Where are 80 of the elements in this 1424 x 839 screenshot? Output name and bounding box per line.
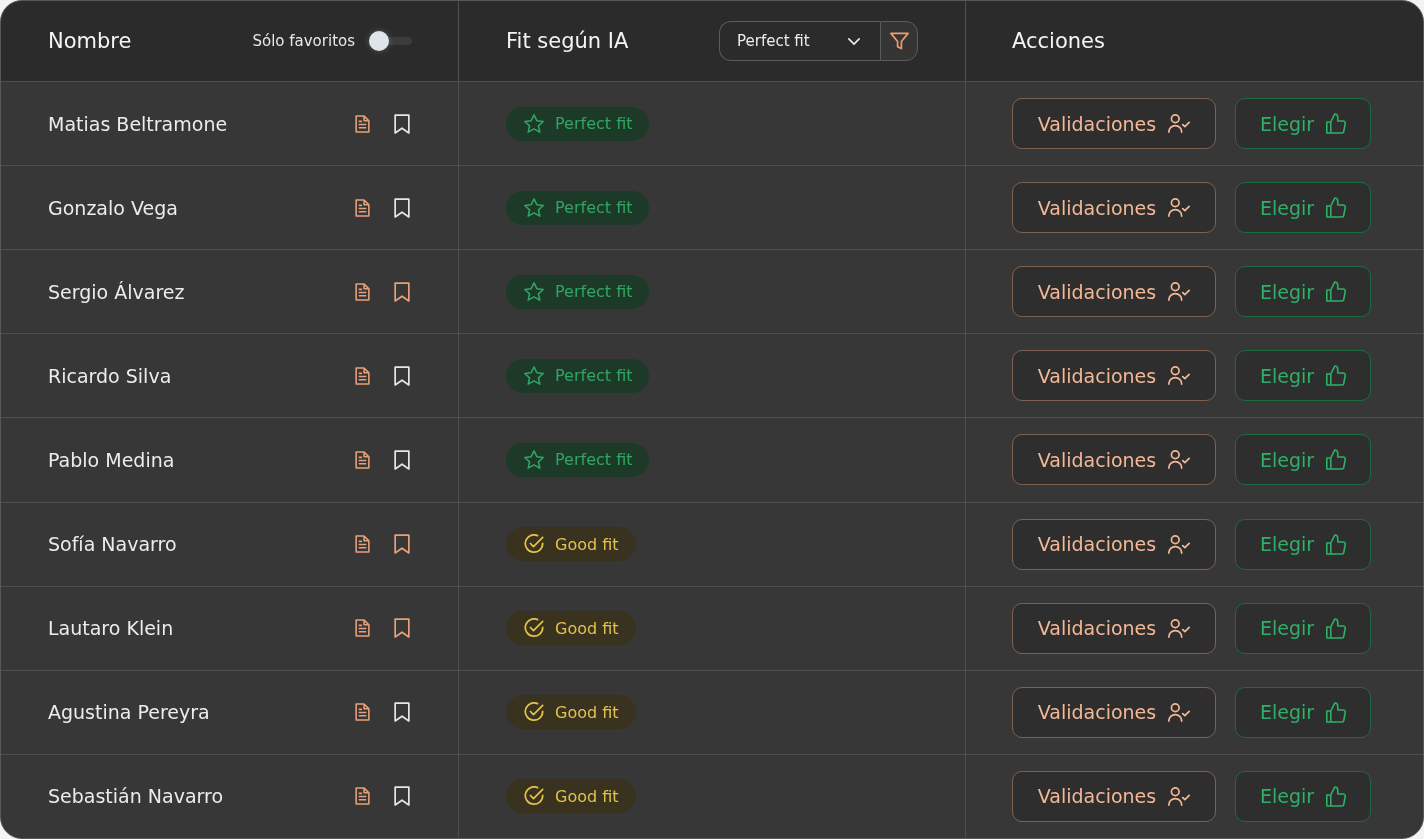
- star-icon: [524, 282, 544, 302]
- candidate-name: Sergio Álvarez: [48, 280, 185, 303]
- choose-button[interactable]: Elegir: [1235, 350, 1371, 402]
- column-header: Nombre: [48, 29, 132, 53]
- document-icon[interactable]: [355, 535, 370, 554]
- validations-button[interactable]: Validaciones: [1012, 98, 1216, 150]
- fit-label: Good fit: [555, 618, 619, 638]
- fit-label: Perfect fit: [555, 366, 633, 386]
- star-icon: [524, 114, 544, 134]
- fit-label: Good fit: [555, 534, 619, 554]
- thumbs-up-icon: [1326, 113, 1347, 135]
- candidate-name: Sofía Navarro: [48, 533, 177, 556]
- document-icon[interactable]: [355, 451, 370, 469]
- document-icon[interactable]: [355, 114, 370, 133]
- document-icon[interactable]: [355, 366, 370, 385]
- column-header: Fit según IA: [506, 29, 629, 53]
- candidate-name: Ricardo Silva: [48, 364, 172, 387]
- filter-button[interactable]: [880, 21, 918, 61]
- choose-button[interactable]: Elegir: [1235, 182, 1371, 234]
- validations-button[interactable]: Validaciones: [1012, 434, 1216, 486]
- user-check-icon: [1168, 198, 1191, 218]
- fit-dropdown[interactable]: Perfect fit: [719, 21, 880, 61]
- document-icon[interactable]: [355, 787, 370, 806]
- validations-button[interactable]: Validaciones: [1012, 686, 1216, 738]
- user-check-icon: [1168, 786, 1191, 806]
- candidate-name: Agustina Pereyra: [48, 701, 210, 724]
- fit-label: Good fit: [555, 702, 619, 722]
- star-icon: [524, 450, 544, 470]
- candidate-name: Sebastián Navarro: [48, 785, 224, 808]
- document-icon[interactable]: [355, 282, 370, 301]
- choose-button[interactable]: Elegir: [1235, 518, 1371, 570]
- bookmark-icon[interactable]: [394, 281, 410, 302]
- thumbs-up-icon: [1326, 701, 1347, 723]
- filter-icon: [889, 32, 909, 50]
- user-check-icon: [1168, 114, 1191, 134]
- fit-label: Perfect fit: [555, 198, 633, 218]
- bookmark-icon[interactable]: [394, 618, 410, 639]
- chevron-down-icon: [848, 37, 860, 45]
- choose-button[interactable]: Elegir: [1235, 266, 1371, 318]
- choose-button[interactable]: Elegir: [1235, 770, 1371, 822]
- validations-button[interactable]: Validaciones: [1012, 350, 1216, 402]
- validations-button[interactable]: Validaciones: [1012, 770, 1216, 822]
- fit-label: Perfect fit: [555, 450, 633, 470]
- thumbs-up-icon: [1326, 785, 1347, 807]
- star-icon: [524, 366, 544, 386]
- choose-button[interactable]: Elegir: [1235, 602, 1371, 654]
- user-check-icon: [1168, 534, 1191, 554]
- user-check-icon: [1168, 366, 1191, 386]
- candidate-name: Matias Beltramone: [48, 112, 228, 135]
- validations-button[interactable]: Validaciones: [1012, 602, 1216, 654]
- document-icon[interactable]: [355, 703, 370, 722]
- thumbs-up-icon: [1326, 197, 1347, 219]
- document-icon[interactable]: [355, 198, 370, 217]
- fit-label: Good fit: [555, 786, 619, 806]
- star-icon: [524, 198, 544, 218]
- thumbs-up-icon: [1326, 617, 1347, 639]
- user-check-icon: [1168, 450, 1191, 470]
- thumbs-up-icon: [1326, 365, 1347, 387]
- choose-button[interactable]: Elegir: [1235, 686, 1371, 738]
- choose-button[interactable]: Elegir: [1235, 434, 1371, 486]
- thumbs-up-icon: [1326, 533, 1347, 555]
- choose-button[interactable]: Elegir: [1235, 98, 1371, 150]
- candidate-name: Lautaro Klein: [48, 617, 174, 640]
- thumbs-up-icon: [1326, 281, 1347, 303]
- validations-button[interactable]: Validaciones: [1012, 518, 1216, 570]
- column-header: Acciones: [1012, 29, 1105, 53]
- favorites-toggle[interactable]: [368, 30, 412, 52]
- candidate-name: Gonzalo Vega: [48, 196, 178, 219]
- user-check-icon: [1168, 618, 1191, 638]
- thumbs-up-icon: [1326, 449, 1347, 471]
- user-check-icon: [1168, 282, 1191, 302]
- fit-label: Perfect fit: [555, 114, 633, 134]
- document-icon[interactable]: [355, 619, 370, 638]
- validations-button[interactable]: Validaciones: [1012, 266, 1216, 318]
- validations-button[interactable]: Validaciones: [1012, 182, 1216, 234]
- bookmark-icon[interactable]: [394, 534, 410, 555]
- user-check-icon: [1168, 702, 1191, 722]
- toggle-label: Sólo favoritos: [252, 32, 355, 50]
- candidate-name: Pablo Medina: [48, 449, 175, 471]
- fit-label: Perfect fit: [555, 282, 633, 302]
